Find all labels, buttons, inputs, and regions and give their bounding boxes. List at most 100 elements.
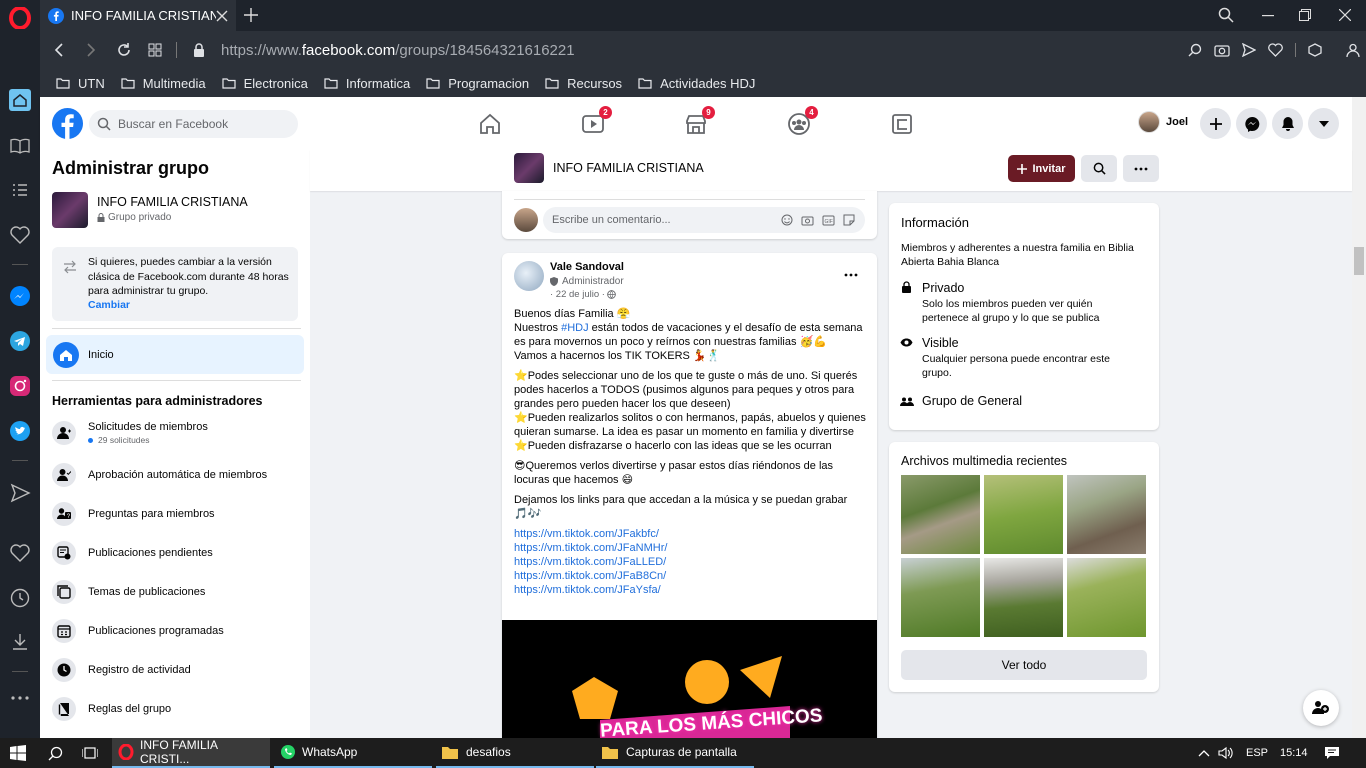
send-icon[interactable] — [9, 482, 31, 504]
more-icon[interactable] — [9, 687, 31, 709]
language-indicator[interactable]: ESP — [1240, 738, 1268, 768]
book-icon[interactable] — [9, 135, 31, 157]
history-icon[interactable] — [9, 587, 31, 609]
home-icon[interactable] — [9, 89, 31, 111]
taskbar-desafios-folder[interactable]: desafios — [436, 738, 594, 768]
close-tab-icon[interactable] — [216, 10, 228, 22]
new-chat-button[interactable] — [1303, 690, 1339, 726]
instagram-icon[interactable] — [9, 375, 31, 397]
tiktok-link[interactable]: https://vm.tiktok.com/JFaB8Cn/ — [514, 570, 666, 582]
group-thumbnail[interactable] — [514, 153, 544, 183]
author-avatar[interactable] — [514, 261, 544, 291]
group-search-button[interactable] — [1081, 155, 1117, 182]
twitter-icon[interactable] — [9, 420, 31, 442]
task-view-icon[interactable] — [76, 738, 98, 768]
bookmark-folder[interactable]: Electronica — [221, 76, 308, 91]
tool-activity-log[interactable]: Registro de actividad — [52, 658, 191, 682]
url-field[interactable]: https://www.facebook.com/groups/18456432… — [221, 42, 575, 59]
list-icon[interactable] — [9, 179, 31, 201]
nav-groups-icon[interactable]: 4 — [786, 106, 818, 137]
gif-icon[interactable]: GIF — [822, 215, 835, 226]
group-more-button[interactable] — [1123, 155, 1159, 182]
bookmark-folder[interactable]: Programacion — [426, 76, 529, 91]
home-nav-item[interactable]: Inicio — [46, 335, 304, 374]
nav-marketplace-icon[interactable]: 9 — [683, 106, 715, 137]
snapshot-icon[interactable] — [1214, 43, 1230, 57]
search-page-icon[interactable] — [1188, 43, 1202, 57]
opera-logo[interactable] — [9, 7, 31, 29]
tool-group-rules[interactable]: Reglas del grupo — [52, 697, 171, 721]
facebook-search-input[interactable]: Buscar en Facebook — [89, 110, 298, 138]
emoji-icon[interactable] — [781, 214, 793, 226]
tool-pending-posts[interactable]: Publicaciones pendientes — [52, 541, 213, 565]
send-icon[interactable] — [1242, 43, 1256, 57]
start-button[interactable] — [4, 738, 32, 768]
reload-icon[interactable] — [116, 42, 132, 58]
search-tabs-icon[interactable] — [1218, 7, 1234, 23]
post-date[interactable]: · 22 de julio · — [550, 289, 616, 300]
account-menu-button[interactable] — [1308, 108, 1339, 139]
group-name[interactable]: INFO FAMILIA CRISTIANA — [97, 195, 248, 209]
group-category[interactable]: Grupo de General — [922, 394, 1022, 408]
facebook-logo-icon[interactable] — [52, 108, 83, 139]
nav-watch-icon[interactable]: 2 — [580, 106, 612, 137]
tool-post-topics[interactable]: Temas de publicaciones — [52, 580, 205, 604]
active-tab[interactable]: INFO FAMILIA CRISTIANA | — [40, 0, 236, 31]
group-title[interactable]: INFO FAMILIA CRISTIANA — [553, 161, 704, 175]
taskbar-whatsapp[interactable]: WhatsApp — [274, 738, 432, 768]
media-thumbnail[interactable] — [901, 558, 980, 637]
camera-icon[interactable] — [801, 214, 814, 226]
invite-button[interactable]: Invitar — [1008, 155, 1075, 182]
bookmark-folder[interactable]: Actividades HDJ — [638, 76, 755, 91]
nav-gaming-icon[interactable] — [889, 111, 915, 137]
download-icon[interactable] — [9, 631, 31, 653]
bookmark-folder[interactable]: UTN — [56, 76, 105, 91]
tiktok-link[interactable]: https://vm.tiktok.com/JFaNMHr/ — [514, 542, 667, 554]
clock[interactable]: 15:14 — [1274, 738, 1308, 768]
heart-icon[interactable] — [9, 542, 31, 564]
hashtag-link[interactable]: #HDJ — [561, 322, 589, 334]
restore-icon[interactable] — [1299, 9, 1311, 21]
media-thumbnail[interactable] — [984, 558, 1063, 637]
create-button[interactable] — [1200, 108, 1231, 139]
back-icon[interactable] — [54, 42, 64, 58]
user-profile-icon[interactable] — [1346, 43, 1360, 57]
comment-input[interactable]: Escribe un comentario... GIF — [543, 207, 865, 233]
see-all-button[interactable]: Ver todo — [901, 650, 1147, 680]
media-thumbnail[interactable] — [901, 475, 980, 554]
profile-chip[interactable]: Joel — [1138, 111, 1188, 133]
speed-dial-icon[interactable] — [148, 43, 162, 57]
tiktok-link[interactable]: https://vm.tiktok.com/JFaYsfa/ — [514, 584, 661, 596]
group-thumbnail[interactable] — [52, 192, 88, 228]
tool-member-questions[interactable]: ? Preguntas para miembros — [52, 502, 215, 526]
nav-home-icon[interactable] — [477, 111, 503, 137]
post-image[interactable]: PARA LOS MÁS CHICOS — [502, 620, 877, 738]
lock-icon[interactable] — [193, 43, 205, 57]
media-thumbnail[interactable] — [984, 475, 1063, 554]
new-tab-icon[interactable] — [244, 8, 258, 22]
tool-auto-approval[interactable]: Aprobación automática de miembros — [52, 463, 267, 487]
tiktok-link[interactable]: https://vm.tiktok.com/JFaLLED/ — [514, 556, 666, 568]
tiktok-link[interactable]: https://vm.tiktok.com/JFakbfc/ — [514, 528, 659, 540]
media-thumbnail[interactable] — [1067, 475, 1146, 554]
sticker-icon[interactable] — [843, 214, 855, 226]
notifications-center-icon[interactable] — [1318, 738, 1340, 768]
taskbar-search-icon[interactable] — [42, 738, 63, 768]
page-scrollbar[interactable] — [1352, 97, 1366, 738]
tool-scheduled-posts[interactable]: Publicaciones programadas — [52, 619, 224, 643]
volume-icon[interactable] — [1212, 738, 1234, 768]
forward-icon[interactable] — [86, 42, 96, 58]
minimize-icon[interactable] — [1262, 15, 1274, 17]
scrollbar-thumb[interactable] — [1354, 247, 1364, 275]
bookmark-folder[interactable]: Multimedia — [121, 76, 206, 91]
telegram-icon[interactable] — [9, 330, 31, 352]
close-window-icon[interactable] — [1339, 9, 1351, 21]
switch-link[interactable]: Cambiar — [88, 299, 130, 311]
messenger-icon[interactable] — [9, 285, 31, 307]
tool-member-requests[interactable]: Solicitudes de miembros 29 solicitudes — [52, 421, 208, 445]
bookmark-folder[interactable]: Informatica — [324, 76, 410, 91]
media-thumbnail[interactable] — [1067, 558, 1146, 637]
bookmark-folder[interactable]: Recursos — [545, 76, 622, 91]
post-options-icon[interactable] — [844, 273, 858, 277]
heart-shield-icon[interactable] — [9, 224, 31, 246]
